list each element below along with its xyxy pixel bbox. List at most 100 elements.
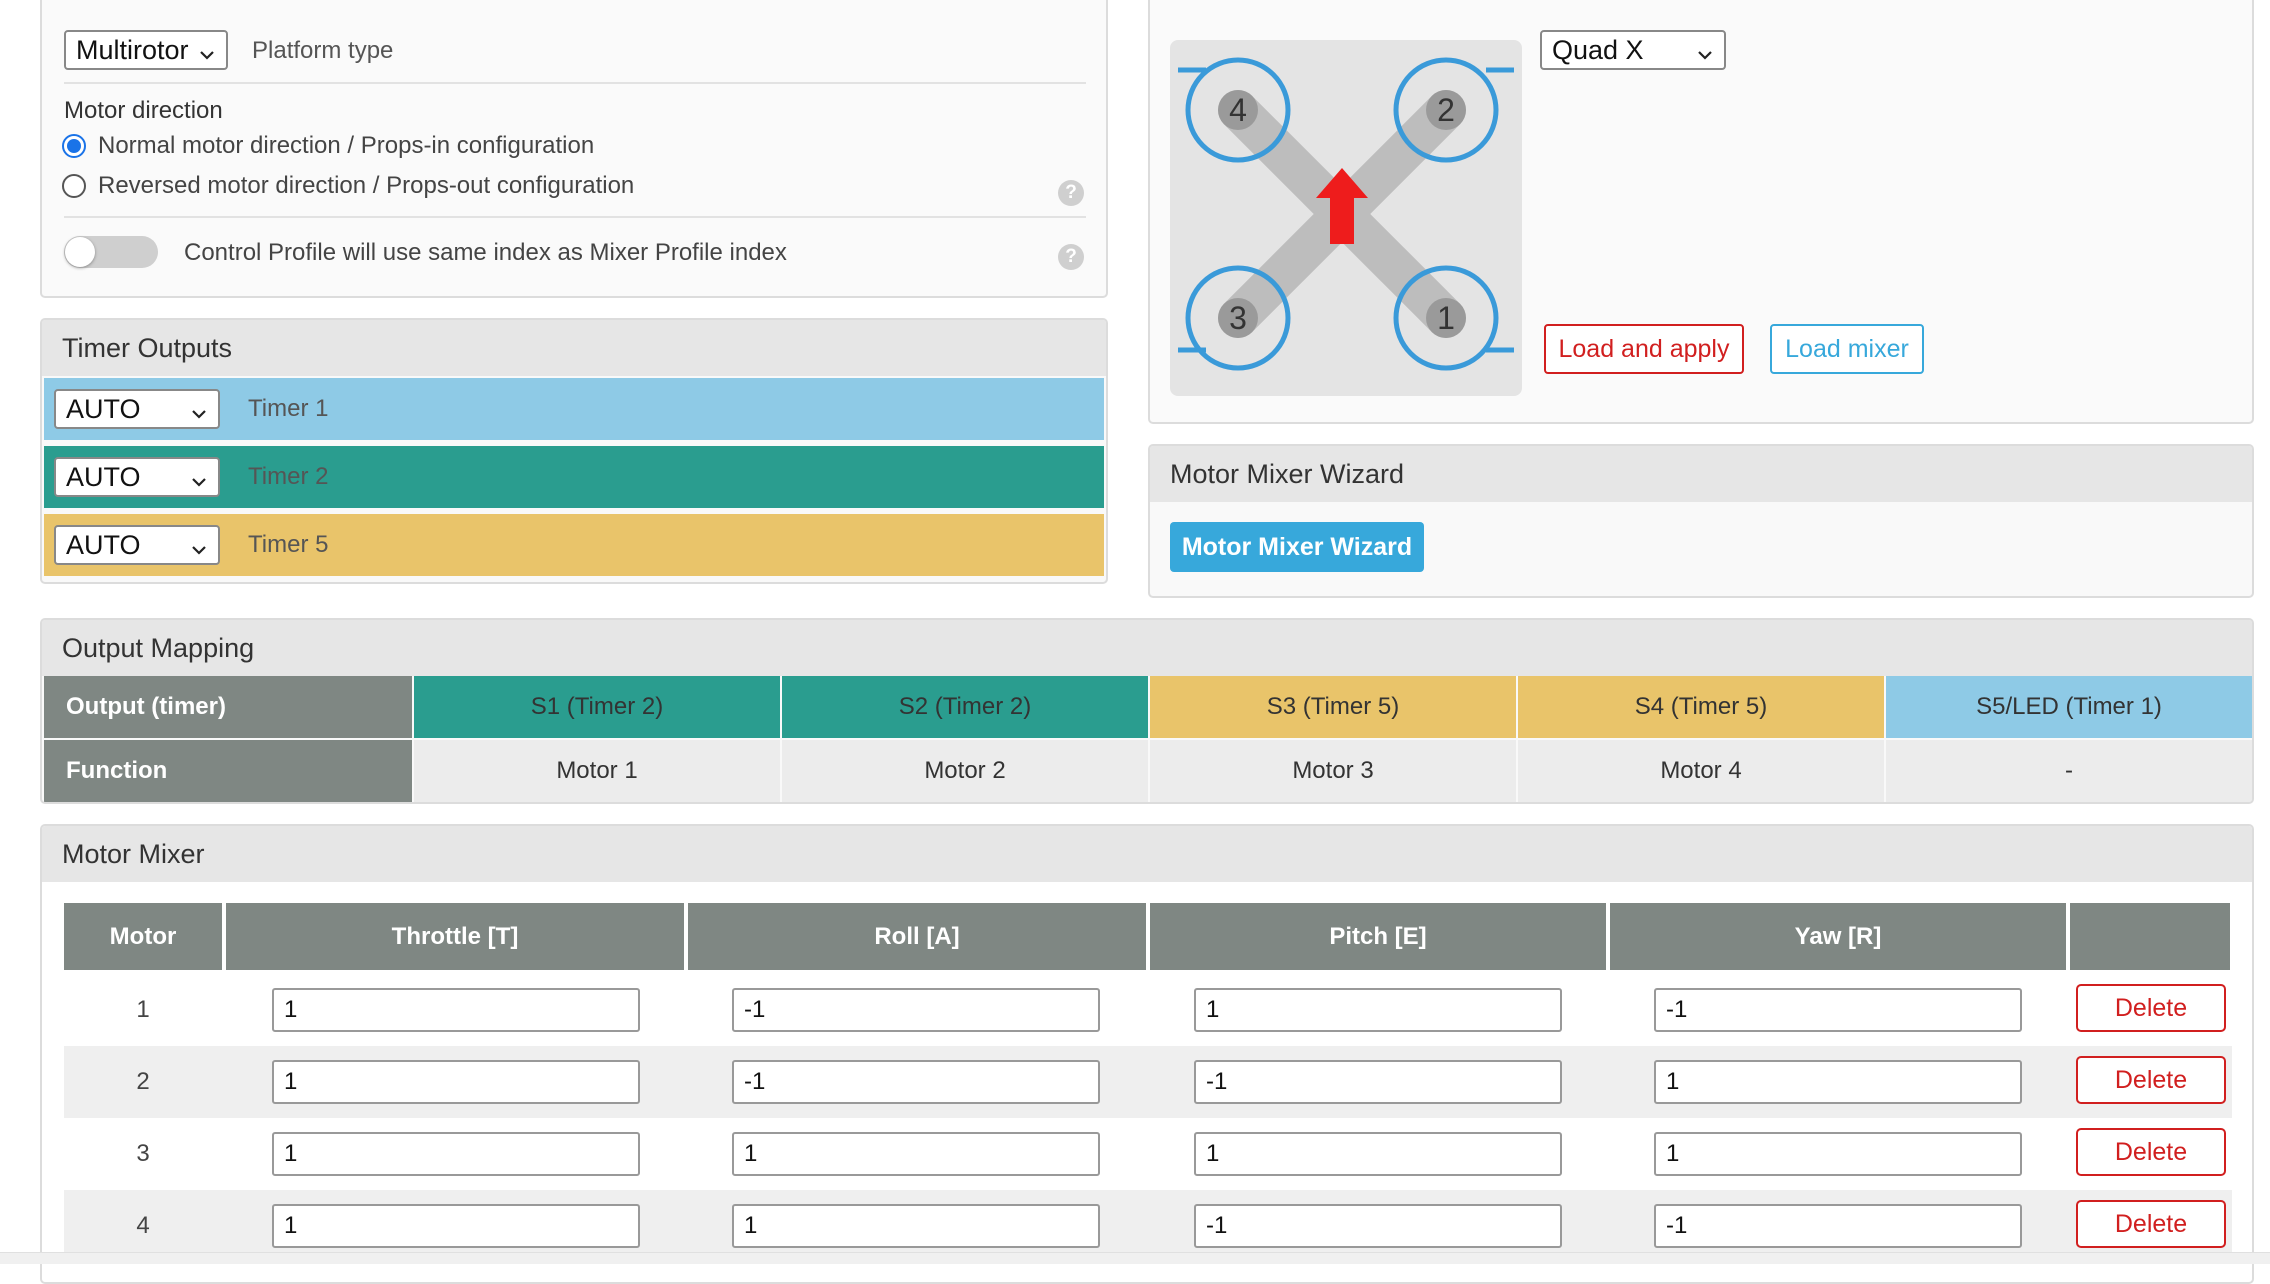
output-s2-header: S2 (Timer 2)	[782, 676, 1148, 738]
output-s1-function: Motor 1	[414, 740, 780, 802]
delete-button[interactable]: Delete	[2076, 1128, 2226, 1176]
motor-number: 1	[136, 996, 150, 1023]
timer-2-select[interactable]: AUTO	[54, 457, 220, 497]
timer-outputs-title: Timer Outputs	[62, 332, 233, 363]
radio-normal-direction[interactable]: Normal motor direction / Props-in config…	[62, 132, 594, 160]
mixer-preset-value: Quad X	[1552, 34, 1644, 65]
column-header-roll: Roll [A]	[688, 903, 1146, 970]
yaw-input[interactable]: 1	[1654, 1132, 2022, 1176]
motor-label-1: 1	[1437, 300, 1455, 336]
panel-header: Motor Mixer Wizard	[1150, 446, 2252, 502]
output-s2-function: Motor 2	[782, 740, 1148, 802]
roll-input[interactable]: 1	[732, 1132, 1100, 1176]
roll-input[interactable]: -1	[732, 988, 1100, 1032]
column-header-actions	[2070, 903, 2230, 970]
output-s3-function: Motor 3	[1150, 740, 1516, 802]
divider	[64, 82, 1086, 84]
radio-button-selected[interactable]	[62, 134, 86, 158]
throttle-input[interactable]: 1	[272, 1204, 640, 1248]
bottom-scroll-edge	[0, 1252, 2270, 1264]
mixer-preview-panel: 4 2 3 1 Quad X Load and apply Load mixer	[1148, 0, 2254, 424]
column-header-yaw: Yaw [R]	[1610, 903, 2066, 970]
pitch-input[interactable]: 1	[1194, 1132, 1562, 1176]
timer-label: Timer 2	[248, 463, 329, 490]
motor-number: 3	[136, 1140, 150, 1167]
timer-row-2: AUTO Timer 2	[44, 446, 1104, 508]
roll-input[interactable]: 1	[732, 1204, 1100, 1248]
mixer-preset-select[interactable]: Quad X	[1540, 30, 1726, 70]
platform-type-select[interactable]: Multirotor	[64, 30, 228, 70]
control-profile-label: Control Profile will use same index as M…	[184, 239, 787, 266]
output-s4-header: S4 (Timer 5)	[1518, 676, 1884, 738]
delete-button[interactable]: Delete	[2076, 984, 2226, 1032]
motor-label-4: 4	[1229, 92, 1247, 128]
table-row: 2 1 -1 -1 1 Delete	[64, 1046, 2232, 1118]
quad-x-diagram: 4 2 3 1	[1170, 40, 1522, 396]
timer-label: Timer 5	[248, 531, 329, 558]
timer-select-value: AUTO	[66, 529, 141, 560]
output-s5-header: S5/LED (Timer 1)	[1886, 676, 2252, 738]
motor-label-2: 2	[1437, 92, 1455, 128]
timer-row-3: AUTO Timer 5	[44, 514, 1104, 576]
timer-outputs-panel: Timer Outputs AUTO Timer 1 AUTO Timer 2 …	[40, 318, 1108, 584]
timer-select-value: AUTO	[66, 393, 141, 424]
column-header-pitch: Pitch [E]	[1150, 903, 1606, 970]
panel-header: Motor Mixer	[42, 826, 2252, 882]
platform-type-label: Platform type	[252, 37, 394, 64]
radio-normal-label: Normal motor direction / Props-in config…	[98, 132, 595, 159]
chevron-down-icon	[190, 399, 208, 419]
panel-header: Timer Outputs	[42, 320, 1106, 376]
throttle-input[interactable]: 1	[272, 988, 640, 1032]
motor-number: 2	[136, 1068, 150, 1095]
output-s1-header: S1 (Timer 2)	[414, 676, 780, 738]
yaw-input[interactable]: -1	[1654, 1204, 2022, 1248]
radio-reversed-direction[interactable]: Reversed motor direction / Props-out con…	[62, 172, 634, 200]
output-s5-function: -	[1886, 740, 2252, 802]
motor-mixer-title: Motor Mixer	[62, 838, 205, 869]
pitch-input[interactable]: -1	[1194, 1060, 1562, 1104]
control-profile-toggle[interactable]	[64, 236, 158, 268]
timer-label: Timer 1	[248, 395, 329, 422]
motor-label-3: 3	[1229, 300, 1247, 336]
platform-type-value: Multirotor	[76, 34, 189, 65]
yaw-input[interactable]: -1	[1654, 988, 2022, 1032]
divider	[64, 216, 1086, 218]
output-header-text: Output (timer)	[66, 693, 226, 720]
output-mapping-title: Output Mapping	[62, 632, 255, 663]
timer-select-value: AUTO	[66, 461, 141, 492]
chevron-down-icon	[190, 535, 208, 555]
timer-5-select[interactable]: AUTO	[54, 525, 220, 565]
column-header-throttle: Throttle [T]	[226, 903, 684, 970]
load-mixer-button[interactable]: Load mixer	[1770, 324, 1924, 374]
yaw-input[interactable]: 1	[1654, 1060, 2022, 1104]
radio-reversed-label: Reversed motor direction / Props-out con…	[98, 172, 635, 199]
output-mapping-panel: Output Mapping Output (timer) Function S…	[40, 618, 2254, 804]
timer-row-1: AUTO Timer 1	[44, 378, 1104, 440]
chevron-down-icon	[198, 40, 216, 60]
output-s3-header: S3 (Timer 5)	[1150, 676, 1516, 738]
table-row: 1 1 -1 1 -1 Delete	[64, 974, 2232, 1046]
motor-direction-title: Motor direction	[64, 97, 223, 124]
help-icon[interactable]: ?	[1058, 180, 1084, 206]
table-row: 3 1 1 1 1 Delete	[64, 1118, 2232, 1190]
throttle-input[interactable]: 1	[272, 1060, 640, 1104]
mixer-settings-panel: Multirotor Platform type Motor direction…	[40, 0, 1108, 298]
pitch-input[interactable]: 1	[1194, 988, 1562, 1032]
delete-button[interactable]: Delete	[2076, 1056, 2226, 1104]
throttle-input[interactable]: 1	[272, 1132, 640, 1176]
roll-input[interactable]: -1	[732, 1060, 1100, 1104]
function-label: Function	[44, 740, 412, 802]
delete-button[interactable]: Delete	[2076, 1200, 2226, 1248]
pitch-input[interactable]: -1	[1194, 1204, 1562, 1248]
timer-1-select[interactable]: AUTO	[54, 389, 220, 429]
radio-button[interactable]	[62, 174, 86, 198]
motor-number: 4	[136, 1212, 150, 1239]
load-and-apply-button[interactable]: Load and apply	[1544, 324, 1744, 374]
motor-mixer-wizard-button[interactable]: Motor Mixer Wizard	[1170, 522, 1424, 572]
panel-header: Output Mapping	[42, 620, 2252, 676]
help-icon[interactable]: ?	[1058, 244, 1084, 270]
motor-mixer-wizard-panel: Motor Mixer Wizard Motor Mixer Wizard	[1148, 444, 2254, 598]
chevron-down-icon	[190, 467, 208, 487]
column-header-motor: Motor	[64, 903, 222, 970]
output-s4-function: Motor 4	[1518, 740, 1884, 802]
